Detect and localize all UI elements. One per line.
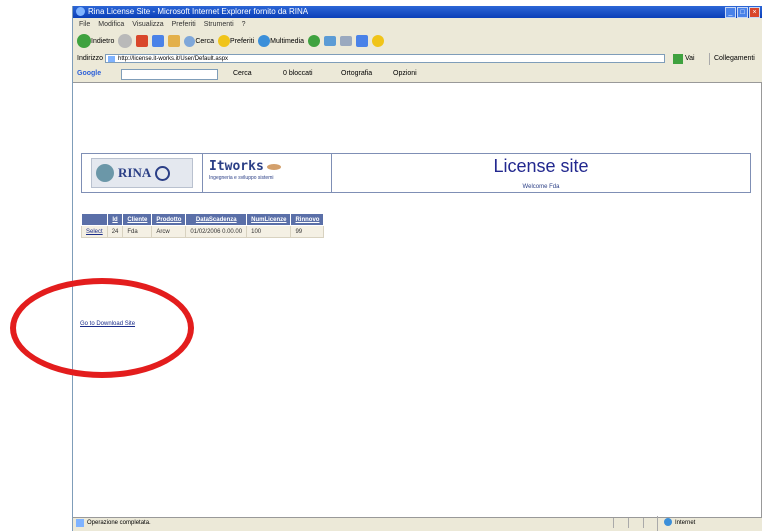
status-panes bbox=[613, 518, 658, 528]
google-options-button[interactable]: Opzioni bbox=[393, 67, 417, 80]
back-button[interactable]: Indietro bbox=[77, 33, 114, 49]
spellcheck-button[interactable]: Ortografia bbox=[341, 67, 372, 80]
globe-icon bbox=[664, 518, 672, 527]
license-table: Id Cliente Prodotto DataScadenza NumLice… bbox=[81, 213, 325, 238]
menu-tools[interactable]: Strumenti bbox=[204, 21, 234, 28]
cell-rinnovo: 99 bbox=[290, 225, 325, 238]
column-header-prodotto[interactable]: Prodotto bbox=[151, 213, 187, 226]
print-button[interactable] bbox=[340, 33, 353, 49]
column-header-numlicenze[interactable]: NumLicenze bbox=[246, 213, 292, 226]
back-icon bbox=[77, 34, 91, 48]
home-button[interactable] bbox=[168, 33, 181, 49]
page-title: License site bbox=[493, 156, 589, 176]
history-icon bbox=[308, 35, 321, 47]
cell-id: 24 bbox=[106, 225, 124, 238]
itworks-logo-text: Itworks bbox=[209, 159, 264, 174]
itworks-tagline: Ingegneria e sviluppo sistemi bbox=[209, 175, 274, 181]
go-icon[interactable] bbox=[673, 54, 683, 64]
forward-button[interactable] bbox=[118, 33, 133, 49]
menu-help[interactable]: ? bbox=[242, 21, 246, 28]
cell-numlicenze: 100 bbox=[246, 225, 292, 238]
rina-emblem-icon bbox=[96, 164, 114, 182]
cell-prodotto: Arcw bbox=[151, 225, 187, 238]
print-icon bbox=[340, 36, 353, 46]
refresh-icon bbox=[152, 35, 165, 47]
stop-button[interactable] bbox=[136, 33, 149, 49]
mail-icon bbox=[324, 36, 337, 46]
star-icon bbox=[218, 35, 231, 47]
edit-icon bbox=[356, 35, 369, 47]
menu-file[interactable]: File bbox=[79, 21, 90, 28]
search-icon bbox=[184, 35, 196, 47]
itworks-swoosh-icon bbox=[266, 163, 281, 170]
google-search-button[interactable]: Cerca bbox=[233, 67, 252, 80]
address-label: Indirizzo bbox=[77, 55, 104, 62]
select-column-header bbox=[81, 213, 108, 226]
minimize-icon[interactable]: _ bbox=[725, 7, 736, 18]
site-header: RINA Itworks Ingegneria e sviluppo siste… bbox=[81, 153, 751, 193]
table-row: Select 24 Fda Arcw 01/02/2006 0.00.00 10… bbox=[81, 225, 325, 238]
edit-button[interactable] bbox=[356, 33, 369, 49]
window-controls: _ □ × bbox=[725, 7, 760, 18]
table-header-row: Id Cliente Prodotto DataScadenza NumLice… bbox=[81, 213, 325, 226]
google-toolbar: Google Cerca 0 bloccati Ortografia Opzio… bbox=[73, 67, 762, 80]
forward-icon bbox=[118, 34, 133, 48]
google-logo: Google bbox=[77, 70, 102, 77]
rina-mark-icon bbox=[155, 165, 171, 181]
menu-view[interactable]: Visualizza bbox=[132, 21, 163, 28]
column-header-rinnovo[interactable]: Rinnovo bbox=[290, 213, 325, 226]
favorites-button[interactable]: Preferiti bbox=[218, 33, 254, 49]
rina-logo: RINA bbox=[82, 154, 203, 192]
cell-datascadenza: 01/02/2006 0.00.00 bbox=[185, 225, 248, 238]
status-text: Operazione completata. bbox=[87, 520, 151, 526]
mail-button[interactable] bbox=[324, 33, 337, 49]
close-icon[interactable]: × bbox=[749, 7, 760, 18]
browser-window: Rina License Site - Microsoft Internet E… bbox=[72, 6, 762, 531]
status-bar: Operazione completata. Internet bbox=[73, 516, 762, 531]
media-button[interactable]: Multimedia bbox=[258, 33, 304, 49]
go-button[interactable]: Vai bbox=[685, 53, 695, 65]
security-zone: Internet bbox=[657, 516, 695, 531]
address-input[interactable]: http://license.it-works.it/User/Default.… bbox=[105, 54, 665, 63]
toolbar: Indietro Cerca Preferiti Multimedia bbox=[73, 31, 762, 51]
maximize-icon[interactable]: □ bbox=[737, 7, 748, 18]
stop-icon bbox=[136, 35, 149, 47]
itworks-logo: Itworks Ingegneria e sviluppo sistemi bbox=[203, 154, 332, 192]
links-button[interactable]: Collegamenti bbox=[709, 53, 755, 65]
ie-icon bbox=[76, 7, 85, 16]
popup-blocked-count[interactable]: 0 bloccati bbox=[283, 67, 313, 80]
menu-favorites[interactable]: Preferiti bbox=[172, 21, 196, 28]
media-icon bbox=[258, 35, 271, 47]
home-icon bbox=[168, 35, 181, 47]
cell-cliente: Fda bbox=[122, 225, 153, 238]
menu-bar: File Modifica Visualizza Preferiti Strum… bbox=[73, 19, 762, 30]
menu-edit[interactable]: Modifica bbox=[98, 21, 124, 28]
search-button[interactable]: Cerca bbox=[184, 33, 214, 49]
messenger-icon bbox=[372, 35, 385, 47]
messenger-button[interactable] bbox=[372, 33, 385, 49]
column-header-id[interactable]: Id bbox=[106, 213, 124, 226]
rina-logo-text: RINA bbox=[118, 165, 152, 180]
welcome-text: Welcome Fda bbox=[522, 184, 560, 190]
title-bar: Rina License Site - Microsoft Internet E… bbox=[73, 6, 762, 18]
window-title: Rina License Site - Microsoft Internet E… bbox=[88, 7, 309, 16]
refresh-button[interactable] bbox=[152, 33, 165, 49]
highlight-circle-annotation bbox=[10, 278, 194, 378]
header-main: License site Welcome Fda bbox=[332, 154, 750, 192]
history-button[interactable] bbox=[308, 33, 321, 49]
google-search-input[interactable] bbox=[121, 69, 218, 80]
page-status-icon bbox=[76, 519, 84, 527]
column-header-cliente[interactable]: Cliente bbox=[122, 213, 153, 226]
address-bar: Indirizzo http://license.it-works.it/Use… bbox=[73, 53, 762, 65]
column-header-datascadenza[interactable]: DataScadenza bbox=[185, 213, 248, 226]
select-link[interactable]: Select bbox=[81, 225, 108, 238]
